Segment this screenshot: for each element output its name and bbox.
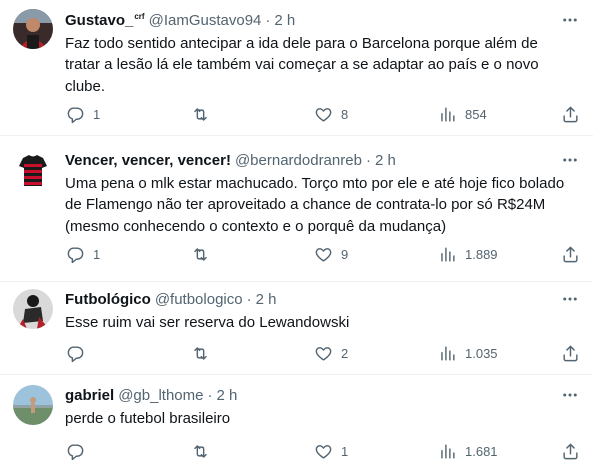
reply-button[interactable] <box>66 343 93 363</box>
avatar-image <box>13 9 53 49</box>
views-button[interactable]: 854 <box>438 104 487 124</box>
retweet-button[interactable] <box>191 244 218 264</box>
views-icon <box>441 106 455 122</box>
like-count: 2 <box>341 345 349 361</box>
tweet-text: Uma pena o mlk estar machucado. Torço mt… <box>65 175 565 235</box>
name-suffix: crf <box>134 11 145 21</box>
reply-button[interactable] <box>66 441 93 461</box>
author-name[interactable]: gabriel <box>65 387 114 404</box>
tweet-text: Esse ruim vai ser reserva do Lewandowski <box>65 314 350 331</box>
reply-button[interactable]: 1 <box>66 104 100 124</box>
views-count: 854 <box>465 106 487 122</box>
share-button[interactable] <box>561 244 580 264</box>
heart-icon <box>315 346 332 361</box>
avatar[interactable] <box>13 9 53 49</box>
reply-button[interactable]: 1 <box>66 244 100 264</box>
author-name[interactable]: Gustavo_crf <box>65 12 145 29</box>
share-icon <box>563 443 578 459</box>
tweet-text: Faz todo sentido antecipar a ida dele pa… <box>65 35 539 95</box>
like-button[interactable]: 1 <box>314 441 348 461</box>
avatar-image <box>13 150 53 190</box>
reply-count: 1 <box>93 246 101 262</box>
tweet-3[interactable]: Futbológico @futbologico · 2 h Esse ruim… <box>0 282 593 375</box>
tweet-header: Vencer, vencer, vencer! @bernardodranreb… <box>65 150 396 170</box>
timestamp[interactable]: 2 h <box>274 12 295 29</box>
timestamp[interactable]: 2 h <box>216 387 237 404</box>
timestamp[interactable]: 2 h <box>375 152 396 169</box>
action-bar: 1 1.681 <box>56 441 586 461</box>
heart-icon <box>315 444 332 459</box>
separator: · <box>365 151 371 169</box>
views-button[interactable]: 1.681 <box>438 441 498 461</box>
views-button[interactable]: 1.035 <box>438 343 498 363</box>
tweet-1[interactable]: Gustavo_crf @IamGustavo94 · 2 h Faz todo… <box>0 0 593 136</box>
reply-icon <box>67 443 84 460</box>
views-count: 1.889 <box>465 246 498 262</box>
like-button[interactable]: 2 <box>314 343 348 363</box>
views-icon <box>441 443 455 459</box>
author-name[interactable]: Futbológico <box>65 291 151 308</box>
action-bar: 1 9 1.889 <box>56 244 586 264</box>
reply-icon <box>67 246 84 263</box>
avatar[interactable] <box>13 289 53 329</box>
share-button[interactable] <box>561 104 580 124</box>
views-button[interactable]: 1.889 <box>438 244 498 264</box>
separator: · <box>265 11 271 29</box>
more-icon[interactable] <box>561 290 579 308</box>
share-icon <box>563 106 578 122</box>
reply-count: 1 <box>93 106 101 122</box>
retweet-icon <box>194 107 207 121</box>
tweet-4[interactable]: gabriel @gb_lthome · 2 h perde o futebol… <box>0 375 593 471</box>
views-count: 1.681 <box>465 443 498 459</box>
tweet-2[interactable]: Vencer, vencer, vencer! @bernardodranreb… <box>0 136 593 282</box>
avatar[interactable] <box>13 385 53 425</box>
tweet-header: gabriel @gb_lthome · 2 h <box>65 385 237 405</box>
like-count: 1 <box>341 443 349 459</box>
action-bar: 1 8 854 <box>56 104 586 124</box>
like-button[interactable]: 8 <box>314 104 348 124</box>
retweet-icon <box>194 444 207 458</box>
more-icon[interactable] <box>561 11 579 29</box>
reply-icon <box>67 345 84 362</box>
author-handle[interactable]: @IamGustavo94 <box>149 12 262 29</box>
author-handle[interactable]: @futbologico <box>155 291 243 308</box>
retweet-button[interactable] <box>191 343 218 363</box>
heart-icon <box>315 247 332 262</box>
author-handle[interactable]: @bernardodranreb <box>235 152 362 169</box>
retweet-button[interactable] <box>191 104 218 124</box>
retweet-button[interactable] <box>191 441 218 461</box>
views-count: 1.035 <box>465 345 498 361</box>
separator: · <box>246 290 252 308</box>
retweet-icon <box>194 346 207 360</box>
views-icon <box>441 345 455 361</box>
tweet-text: perde o futebol brasileiro <box>65 410 231 427</box>
separator: · <box>207 386 213 404</box>
retweet-icon <box>194 247 207 261</box>
share-button[interactable] <box>561 441 580 461</box>
author-name[interactable]: Vencer, vencer, vencer! <box>65 152 231 169</box>
like-count: 9 <box>341 246 349 262</box>
avatar-image <box>13 385 53 425</box>
views-icon <box>441 246 455 262</box>
avatar-image <box>13 289 53 329</box>
like-count: 8 <box>341 106 349 122</box>
timestamp[interactable]: 2 h <box>256 291 277 308</box>
avatar[interactable] <box>13 150 53 190</box>
like-button[interactable]: 9 <box>314 244 348 264</box>
share-button[interactable] <box>561 343 580 363</box>
author-handle[interactable]: @gb_lthome <box>118 387 203 404</box>
share-icon <box>563 345 578 361</box>
action-bar: 2 1.035 <box>56 343 586 363</box>
more-icon[interactable] <box>561 386 579 404</box>
share-icon <box>563 246 578 262</box>
reply-icon <box>67 106 84 123</box>
heart-icon <box>315 107 332 122</box>
tweet-header: Futbológico @futbologico · 2 h <box>65 289 276 309</box>
tweet-header: Gustavo_crf @IamGustavo94 · 2 h <box>65 10 295 30</box>
more-icon[interactable] <box>561 151 579 169</box>
